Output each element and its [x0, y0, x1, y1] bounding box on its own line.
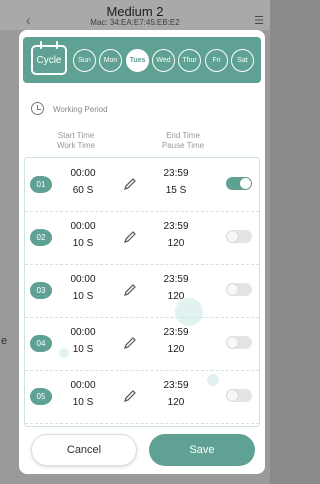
period-enable-toggle[interactable]: [226, 177, 252, 190]
day-wed[interactable]: Wed: [152, 49, 175, 72]
work-time[interactable]: 10 S: [63, 344, 103, 355]
start-time[interactable]: 00:00: [63, 274, 103, 285]
row-number-badge: 01: [30, 176, 52, 193]
clock-icon: [31, 102, 44, 115]
start-time[interactable]: 00:00: [63, 327, 103, 338]
toggle-knob: [227, 337, 238, 348]
pause-time-header: Pause Time: [161, 141, 205, 150]
background-header: ‹ Medium 2 Mac: 34:EA:E7:45:EB:E2 ☰: [0, 0, 270, 30]
row-number-badge: 03: [30, 282, 52, 299]
device-mac: Mac: 34:EA:E7:45:EB:E2: [90, 18, 180, 27]
period-row: 01 00:00 60 S 23:59 15 S: [25, 158, 259, 212]
period-row: 04 00:00 10 S 23:59 120: [25, 317, 259, 371]
end-time[interactable]: 23:59: [156, 221, 196, 232]
day-fri[interactable]: Fri: [205, 49, 228, 72]
period-enable-toggle[interactable]: [226, 336, 252, 349]
pause-time[interactable]: 120: [156, 344, 196, 355]
day-sun[interactable]: Sun: [73, 49, 96, 72]
start-work-header: Start Time Work Time: [51, 131, 101, 151]
pause-time[interactable]: 120: [156, 238, 196, 249]
day-mon[interactable]: Mon: [99, 49, 122, 72]
cancel-button[interactable]: Cancel: [31, 434, 137, 466]
pause-time[interactable]: 120: [156, 397, 196, 408]
toggle-knob: [227, 390, 238, 401]
toggle-knob: [240, 178, 251, 189]
start-time[interactable]: 00:00: [63, 168, 103, 179]
period-row: 05 00:00 10 S 23:59 120: [25, 370, 259, 424]
row-number-badge: 02: [30, 229, 52, 246]
work-time[interactable]: 60 S: [63, 185, 103, 196]
edit-pencil-icon[interactable]: [123, 230, 137, 244]
toggle-knob: [227, 231, 238, 242]
end-pause-header: End Time Pause Time: [153, 131, 213, 151]
end-time[interactable]: 23:59: [156, 380, 196, 391]
work-time[interactable]: 10 S: [63, 397, 103, 408]
edit-pencil-icon[interactable]: [123, 283, 137, 297]
pause-time[interactable]: 120: [156, 291, 196, 302]
period-enable-toggle[interactable]: [226, 389, 252, 402]
background-side-letter: e: [1, 335, 8, 347]
pause-time[interactable]: 15 S: [156, 185, 196, 196]
working-period-label: Working Period: [53, 105, 108, 114]
start-time-header: Start Time: [57, 131, 95, 140]
end-time-header: End Time: [166, 131, 200, 140]
period-list: 01 00:00 60 S 23:59 15 S 02 00:00 10 S 23:59 120 0…: [24, 157, 260, 427]
device-title: Medium 2: [106, 4, 164, 19]
end-time[interactable]: 23:59: [156, 168, 196, 179]
end-time[interactable]: 23:59: [156, 274, 196, 285]
edit-pencil-icon[interactable]: [123, 389, 137, 403]
edit-pencil-icon[interactable]: [123, 336, 137, 350]
edit-pencil-icon[interactable]: [123, 177, 137, 191]
day-selector: Cycle Sun Mon Tues Wed Thur Fri Sat: [23, 37, 261, 83]
end-time[interactable]: 23:59: [156, 327, 196, 338]
work-time-header: Work Time: [56, 141, 96, 150]
period-row: 02 00:00 10 S 23:59 120: [25, 211, 259, 265]
cycle-button[interactable]: Cycle: [31, 41, 67, 75]
save-button[interactable]: Save: [149, 434, 255, 466]
period-enable-toggle[interactable]: [226, 230, 252, 243]
day-thur[interactable]: Thur: [178, 49, 201, 72]
toggle-knob: [227, 284, 238, 295]
work-time[interactable]: 10 S: [63, 238, 103, 249]
row-number-badge: 04: [30, 335, 52, 352]
period-row: 03 00:00 10 S 23:59 120: [25, 264, 259, 318]
day-sat[interactable]: Sat: [231, 49, 254, 72]
menu-icon: ☰: [254, 15, 264, 27]
period-enable-toggle[interactable]: [226, 283, 252, 296]
day-tues[interactable]: Tues: [126, 49, 149, 72]
start-time[interactable]: 00:00: [63, 221, 103, 232]
work-time[interactable]: 10 S: [63, 291, 103, 302]
schedule-dialog: Cycle Sun Mon Tues Wed Thur Fri Sat Working Pe…: [19, 30, 265, 474]
row-number-badge: 05: [30, 388, 52, 405]
start-time[interactable]: 00:00: [63, 380, 103, 391]
